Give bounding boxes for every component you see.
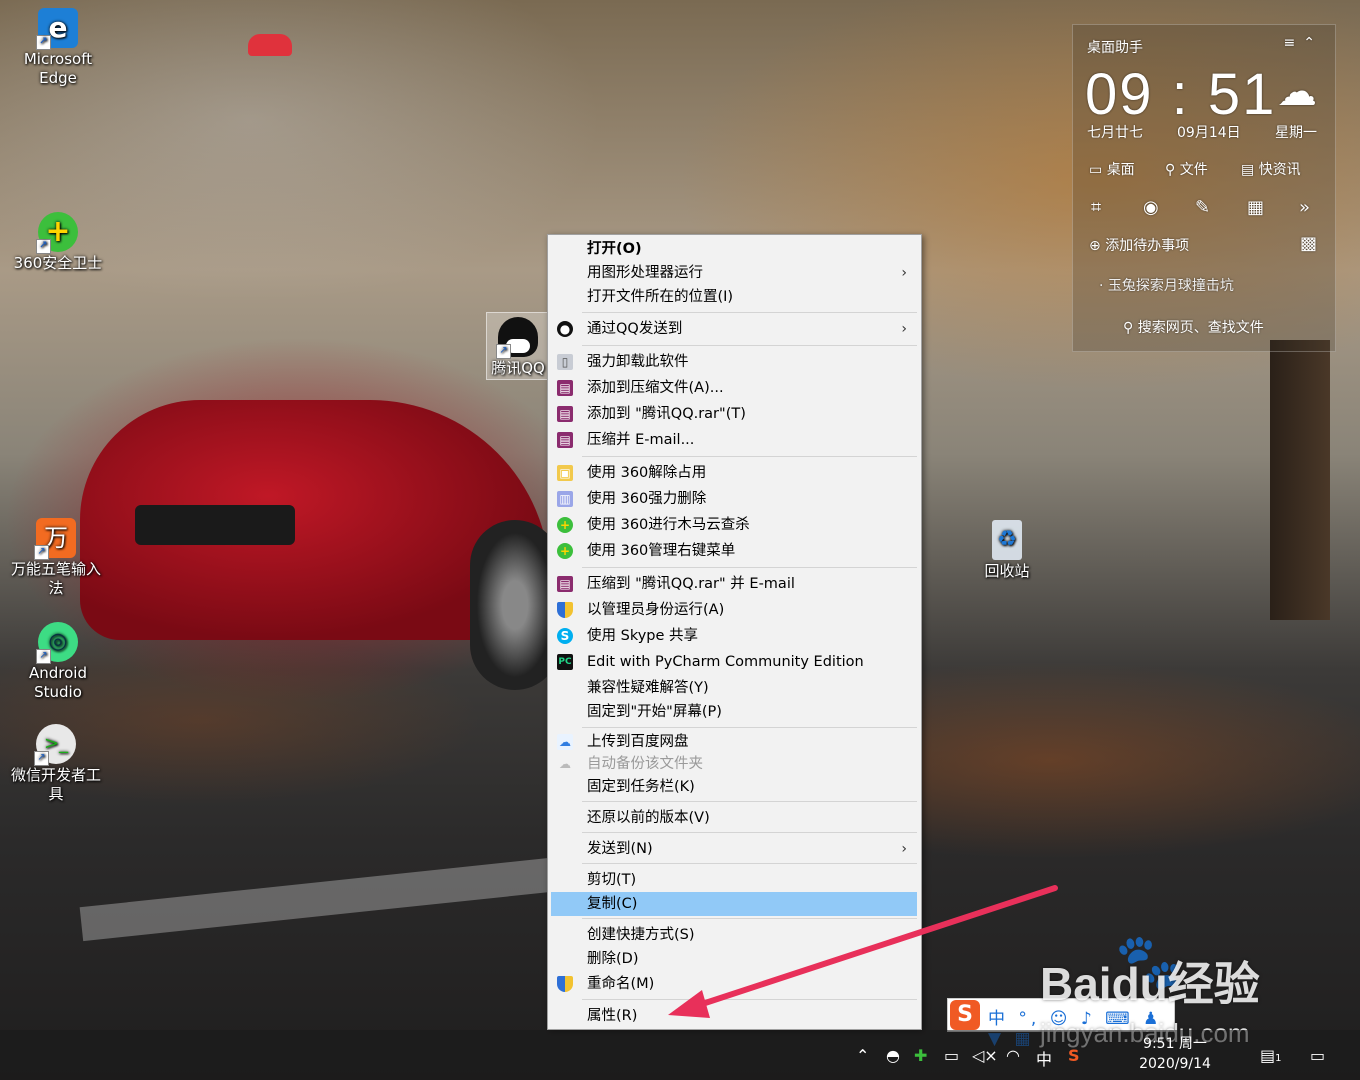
360-tray-icon[interactable]: ✚ — [914, 1046, 927, 1065]
battery-icon[interactable]: ▭ — [944, 1046, 959, 1065]
volume-muted-icon[interactable]: ◁× — [972, 1046, 998, 1065]
show-hidden-icons-chevron-icon[interactable]: ⌃ — [856, 1046, 869, 1065]
qq-tray-icon[interactable]: ◓ — [886, 1046, 900, 1065]
sogou-tray-icon[interactable]: S — [1068, 1046, 1080, 1065]
ime-language-indicator[interactable]: 中 — [1036, 1046, 1052, 1070]
wifi-icon[interactable]: ◠ — [1006, 1046, 1020, 1065]
taskbar-clock[interactable]: 9:51 周一 2020/9/14 — [1130, 1034, 1220, 1074]
annotation-arrow — [668, 885, 1058, 1018]
taskbar-time: 9:51 周一 — [1143, 1036, 1207, 1052]
punctuation-icon[interactable]: °, — [1018, 1009, 1040, 1029]
notification-count-badge: 1 — [1275, 1053, 1282, 1064]
ime-mode-toggle[interactable]: 中 — [988, 1009, 1009, 1029]
notes-icon[interactable]: ▤1 — [1260, 1046, 1282, 1065]
action-center-icon[interactable]: ▭ — [1310, 1046, 1325, 1065]
taskbar-date: 2020/9/14 — [1139, 1056, 1211, 1072]
watermark-brand: Baidu经验 — [1040, 958, 1260, 1010]
sogou-logo-icon[interactable]: S — [950, 1000, 980, 1030]
